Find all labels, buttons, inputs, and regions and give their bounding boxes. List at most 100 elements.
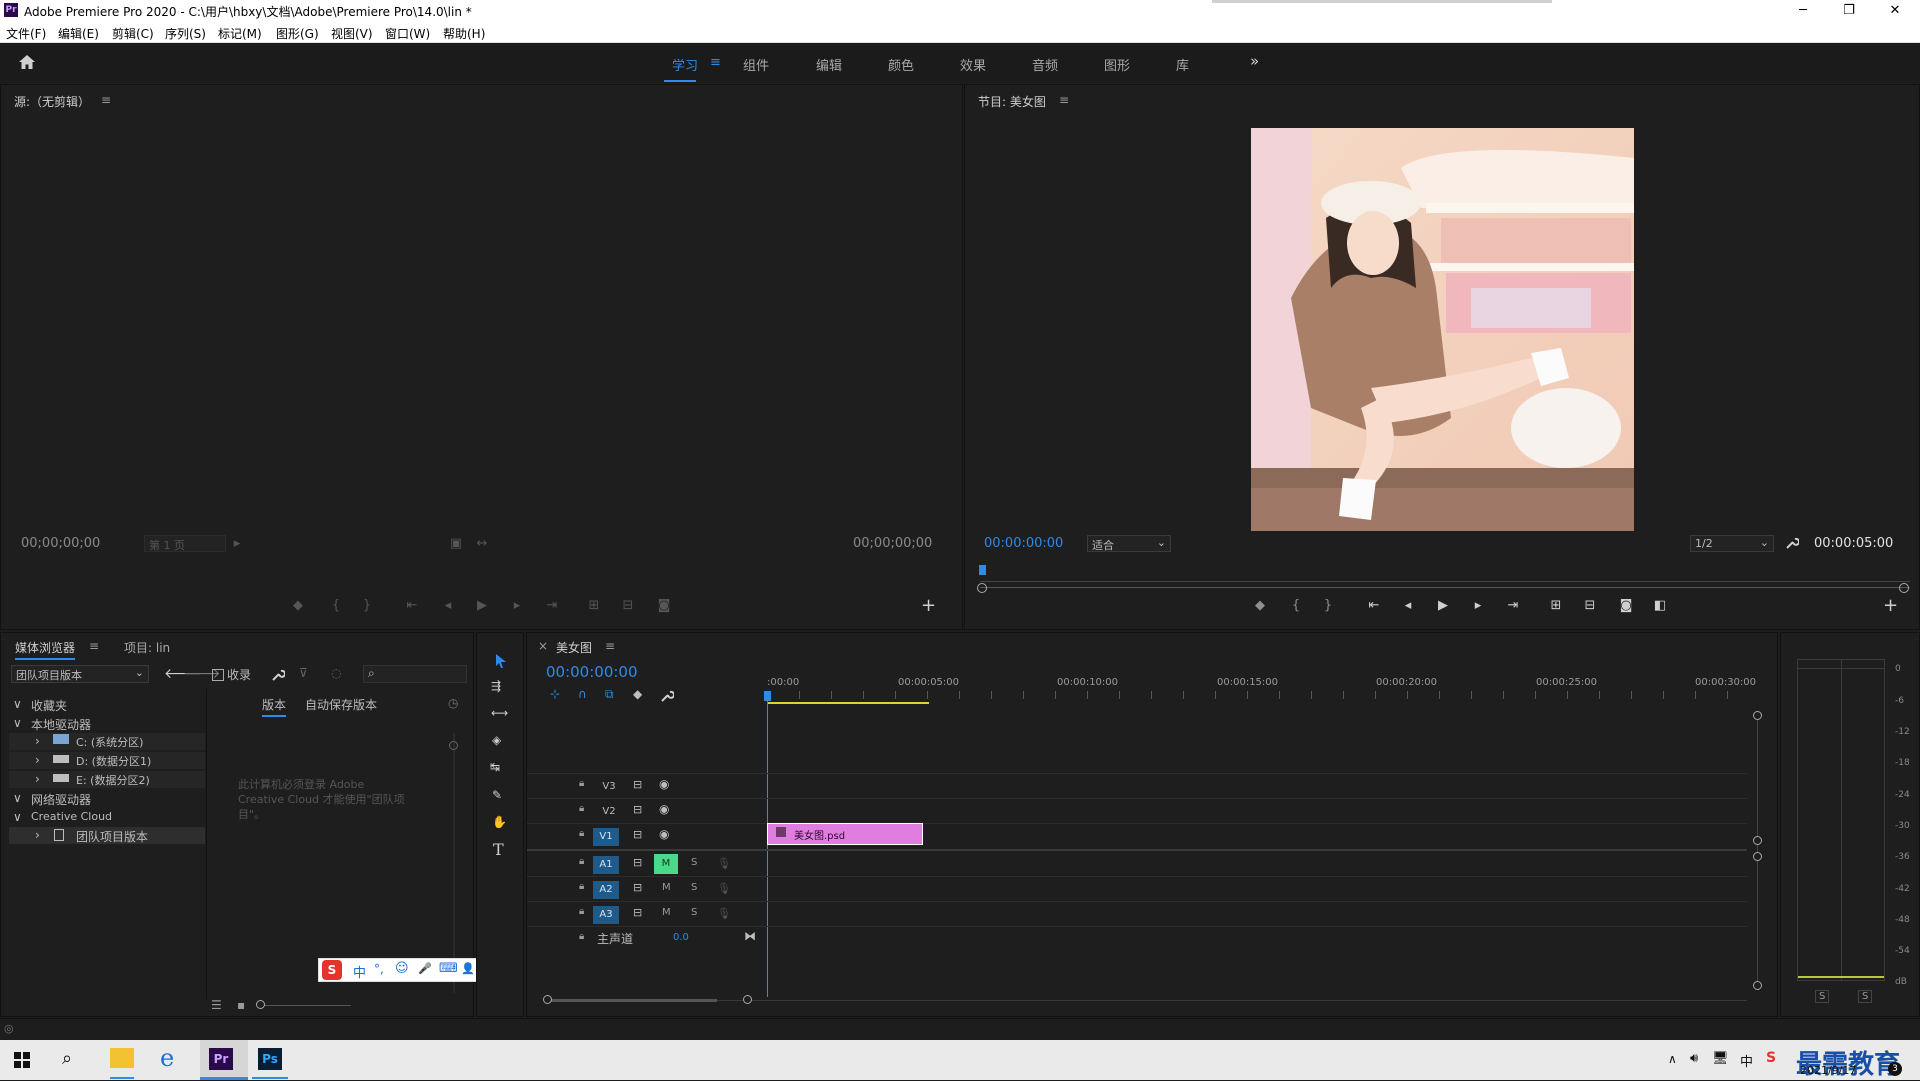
nest-sequence-icon[interactable]: ⊹ (550, 687, 560, 701)
tab-libraries[interactable]: 库 (1176, 55, 1189, 74)
wrench-icon[interactable] (1785, 536, 1799, 550)
ime-emoji-icon[interactable]: ☺ (395, 961, 409, 976)
network-icon[interactable]: 🖥︎ (1712, 1051, 1729, 1066)
menu-help[interactable]: 帮助(H) (443, 25, 485, 42)
tab-learn[interactable]: 学习 (672, 55, 698, 74)
ime-status-icon[interactable]: 中 (1740, 1051, 1753, 1070)
tab-project[interactable]: 项目: lin (124, 639, 170, 656)
program-in-icon[interactable]: { (1285, 598, 1307, 613)
menu-window[interactable]: 窗口(W) (385, 25, 430, 42)
track-label-v1[interactable]: V1 (593, 828, 619, 846)
home-icon[interactable] (18, 54, 36, 70)
master-toggle-icon[interactable]: ⧓ (744, 929, 756, 943)
eye-icon[interactable]: ◉ (659, 802, 669, 816)
tree-item-drive-c[interactable]: C: (系统分区) (76, 734, 143, 750)
close-button[interactable]: ✕ (1872, 0, 1918, 22)
sogou-tray-icon[interactable]: S (1766, 1050, 1776, 1066)
program-time-ruler[interactable] (980, 569, 1910, 582)
premiere-taskbar-icon[interactable]: Pr (209, 1048, 233, 1070)
program-step-forward-icon[interactable]: ▸ (1467, 598, 1489, 613)
program-step-back-icon[interactable]: ◂ (1397, 598, 1419, 613)
mic-icon[interactable]: 🎙︎ (717, 907, 731, 920)
sync-lock-icon[interactable]: ⊟ (633, 778, 642, 791)
program-zoom-handle-right[interactable] (1899, 583, 1909, 593)
solo-button-a3[interactable]: S (691, 907, 697, 918)
tree-arrow-favorites[interactable]: ∨ (13, 697, 22, 711)
solo-button-a1[interactable]: S (691, 857, 697, 868)
scroll-handle[interactable] (1753, 711, 1762, 720)
program-playhead[interactable] (979, 565, 986, 575)
scrollbar-handle[interactable] (449, 741, 458, 750)
program-resolution-dropdown[interactable]: 1/2 ⌄ (1690, 535, 1774, 552)
source-step-forward-icon[interactable]: ▸ (506, 598, 528, 613)
source-in-icon[interactable]: { (325, 598, 347, 613)
filter-icon[interactable]: ⊽ (299, 666, 308, 680)
search-icon[interactable]: ⌕ (62, 1048, 72, 1069)
razor-tool-icon[interactable]: ◈ (492, 733, 501, 747)
tree-item-team-projects[interactable]: 团队项目版本 (76, 828, 148, 845)
edge-browser-icon[interactable]: e (160, 1044, 174, 1072)
minimize-button[interactable]: ─ (1780, 0, 1826, 22)
program-lift-icon[interactable]: ⊞ (1545, 598, 1567, 613)
file-explorer-icon[interactable] (110, 1048, 134, 1068)
work-area-bar[interactable] (767, 702, 929, 704)
source-goto-in-icon[interactable]: ⇤ (401, 598, 423, 613)
sync-lock-icon[interactable]: ⊟ (633, 803, 642, 816)
tree-item-drive-e[interactable]: E: (数据分区2) (76, 772, 150, 788)
lock-icon[interactable]: 🔒︎ (579, 881, 584, 892)
timeline-horizontal-scrollbar[interactable] (547, 1000, 1747, 1001)
view-icon[interactable]: ◌ (331, 666, 341, 680)
lock-icon[interactable]: 🔒︎ (579, 906, 584, 917)
tab-graphics[interactable]: 图形 (1104, 55, 1130, 74)
wrench-icon[interactable] (660, 689, 674, 703)
source-overwrite-icon[interactable]: ⊟ (617, 598, 639, 613)
program-fit-dropdown[interactable]: 适合 ⌄ (1087, 535, 1171, 552)
slip-tool-icon[interactable]: ↹ (490, 760, 500, 774)
snap-icon[interactable]: ∩ (578, 687, 587, 701)
lock-icon[interactable]: 🔒︎ (579, 828, 584, 839)
vu-solo-right-button[interactable]: S (1858, 990, 1873, 1003)
lock-icon[interactable]: 🔒︎ (579, 778, 584, 789)
program-marker-icon[interactable]: ◆ (1249, 598, 1271, 613)
menu-edit[interactable]: 编辑(E) (58, 25, 99, 42)
tab-editing[interactable]: 编辑 (816, 55, 842, 74)
tree-item-drive-d[interactable]: D: (数据分区1) (76, 753, 151, 769)
thumbnail-size-handle[interactable] (256, 1000, 265, 1009)
thumbnail-size-slider[interactable] (259, 1005, 351, 1006)
workspace-menu-icon[interactable]: ≡ (710, 55, 721, 70)
volume-icon[interactable]: 🔊︎ (1690, 1051, 1698, 1066)
tab-audio[interactable]: 音频 (1032, 55, 1058, 74)
program-play-icon[interactable]: ▶ (1432, 598, 1454, 613)
source-out-icon[interactable]: } (356, 598, 378, 613)
zoom-handle-right[interactable] (743, 995, 752, 1004)
tab-media-browser[interactable]: 媒体浏览器 (15, 639, 76, 660)
ime-chinese-icon[interactable]: 中 (353, 962, 366, 981)
tree-arrow-network[interactable]: ∨ (13, 791, 22, 805)
lock-icon[interactable]: 🔒︎ (579, 931, 584, 942)
menu-graphics[interactable]: 图形(G) (276, 25, 319, 42)
mic-icon[interactable]: 🎙︎ (717, 857, 731, 870)
program-extract-icon[interactable]: ⊟ (1579, 598, 1601, 613)
type-tool-icon[interactable]: T (493, 840, 504, 859)
icon-view-icon[interactable]: ▪ (237, 998, 245, 1012)
tree-item-network-drives[interactable]: 网络驱动器 (31, 791, 91, 808)
vu-solo-left-button[interactable]: S (1815, 990, 1830, 1003)
program-camera-icon[interactable]: ◙ (1615, 598, 1637, 613)
eye-icon[interactable]: ◉ (659, 827, 669, 841)
track-label-a3[interactable]: A3 (593, 906, 619, 924)
menu-view[interactable]: 视图(V) (331, 25, 373, 42)
tab-versions[interactable]: 版本 (262, 696, 287, 717)
windows-start-icon[interactable] (14, 1052, 30, 1068)
source-insert-icon[interactable]: ⊞ (583, 598, 605, 613)
history-icon[interactable]: ◷ (448, 696, 458, 710)
program-add-button[interactable]: + (1883, 595, 1898, 616)
source-page-dropdown[interactable]: 第 1 页 (144, 535, 226, 552)
program-compare-icon[interactable]: ◧ (1649, 598, 1671, 613)
tab-assembly[interactable]: 组件 (743, 55, 769, 74)
timeline-menu-icon[interactable]: ≡ (605, 639, 615, 653)
program-playhead-timecode[interactable]: 00:00:00:00 (984, 536, 1063, 551)
program-zoom-handle-left[interactable] (977, 583, 987, 593)
close-sequence-icon[interactable]: × (538, 639, 548, 653)
taskbar-date[interactable]: 2021/9/17 (1800, 1064, 1856, 1077)
source-panel-menu-icon[interactable]: ≡ (101, 93, 111, 107)
